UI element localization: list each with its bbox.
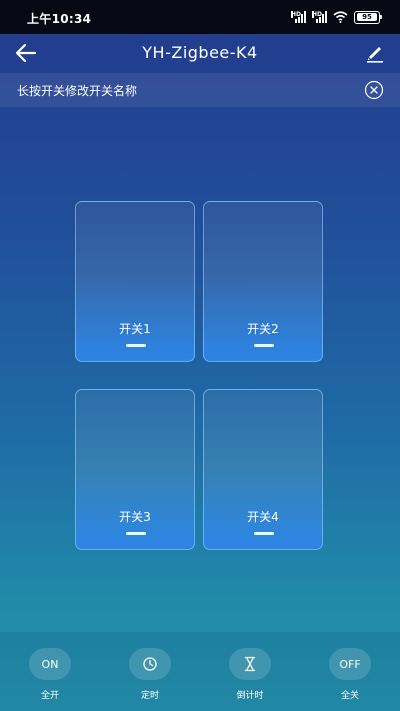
- page-title: YH-Zigbee-K4: [142, 43, 258, 62]
- close-icon[interactable]: [364, 80, 384, 100]
- hint-text: 长按开关修改开关名称: [17, 84, 138, 98]
- signal-icon: HD: [291, 11, 306, 23]
- countdown-button[interactable]: 倒计时: [228, 648, 272, 701]
- switch-1-label: 开关1: [119, 322, 151, 336]
- app-header: YH-Zigbee-K4: [0, 34, 400, 72]
- switch-3-label: 开关3: [119, 510, 151, 524]
- switch-4-indicator: [254, 532, 274, 535]
- switch-1-tile[interactable]: 开关1: [75, 201, 195, 362]
- all-on-label: 全开: [40, 691, 59, 701]
- bottom-action-bar: ON 全开 定时 倒计时 OFF 全关: [0, 632, 400, 711]
- status-time: 上午10:34: [27, 12, 92, 26]
- battery-icon: 95: [354, 10, 382, 24]
- timer-label: 定时: [140, 691, 159, 701]
- switch-2-tile[interactable]: 开关2: [203, 201, 323, 362]
- timer-button[interactable]: 定时: [128, 648, 172, 701]
- switch-2-label: 开关2: [247, 322, 279, 336]
- countdown-label: 倒计时: [236, 691, 264, 701]
- wifi-icon: [333, 11, 348, 23]
- all-on-button[interactable]: ON 全开: [28, 648, 72, 701]
- hint-banner: 长按开关修改开关名称: [0, 73, 400, 107]
- all-off-button[interactable]: OFF 全关: [328, 648, 372, 701]
- switch-1-indicator: [126, 344, 146, 347]
- all-off-icon[interactable]: OFF: [329, 648, 371, 680]
- switch-4-label: 开关4: [247, 510, 279, 524]
- edit-pencil-icon[interactable]: [364, 42, 386, 64]
- battery-level: 95: [357, 13, 377, 21]
- hourglass-icon: [244, 656, 256, 672]
- signal-icon-2: HD: [312, 11, 327, 23]
- switch-2-indicator: [254, 344, 274, 347]
- clock-icon: [143, 657, 157, 671]
- switch-3-tile[interactable]: 开关3: [75, 389, 195, 550]
- all-on-icon[interactable]: ON: [29, 648, 71, 680]
- status-icons: HD HD 95: [291, 9, 382, 25]
- countdown-button-circle[interactable]: [229, 648, 271, 680]
- switch-4-tile[interactable]: 开关4: [203, 389, 323, 550]
- status-bar: 上午10:34 HD HD 95: [0, 0, 400, 34]
- switch-3-indicator: [126, 532, 146, 535]
- all-off-label: 全关: [340, 691, 359, 701]
- timer-button-circle[interactable]: [129, 648, 171, 680]
